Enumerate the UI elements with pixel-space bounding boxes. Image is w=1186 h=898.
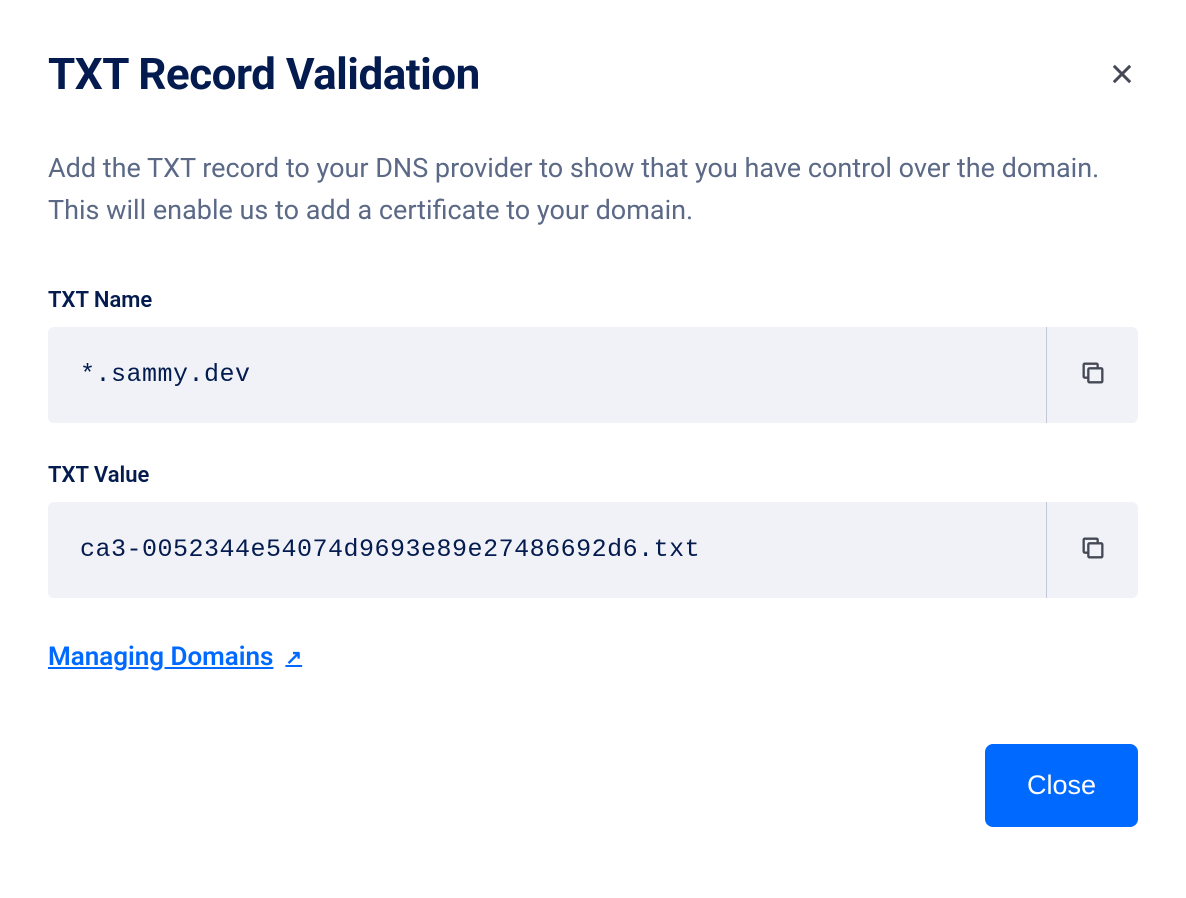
txt-value-row: ca3-0052344e54074d9693e89e27486692d6.txt (48, 502, 1138, 598)
close-button[interactable]: Close (985, 744, 1138, 827)
txt-record-validation-dialog: TXT Record Validation Add the TXT record… (48, 48, 1138, 827)
txt-name-label: TXT Name (48, 288, 1138, 313)
txt-value-label: TXT Value (48, 463, 1138, 488)
close-icon[interactable] (1106, 58, 1138, 90)
copy-icon (1079, 534, 1107, 565)
txt-name-field: TXT Name *.sammy.dev (48, 288, 1138, 423)
managing-domains-link-text: Managing Domains (48, 642, 273, 672)
managing-domains-link[interactable]: Managing Domains ↗ (48, 642, 302, 672)
dialog-title: TXT Record Validation (48, 48, 480, 100)
txt-value-value: ca3-0052344e54074d9693e89e27486692d6.txt (48, 502, 1046, 598)
dialog-footer: Close (48, 744, 1138, 827)
link-row: Managing Domains ↗ (48, 642, 1138, 672)
txt-name-row: *.sammy.dev (48, 327, 1138, 423)
copy-txt-value-button[interactable] (1046, 502, 1138, 598)
copy-icon (1079, 359, 1107, 390)
txt-value-field: TXT Value ca3-0052344e54074d9693e89e2748… (48, 463, 1138, 598)
external-link-icon: ↗ (285, 645, 302, 669)
copy-txt-name-button[interactable] (1046, 327, 1138, 423)
dialog-header: TXT Record Validation (48, 48, 1138, 100)
dialog-description: Add the TXT record to your DNS provider … (48, 148, 1138, 232)
txt-name-value: *.sammy.dev (48, 327, 1046, 423)
